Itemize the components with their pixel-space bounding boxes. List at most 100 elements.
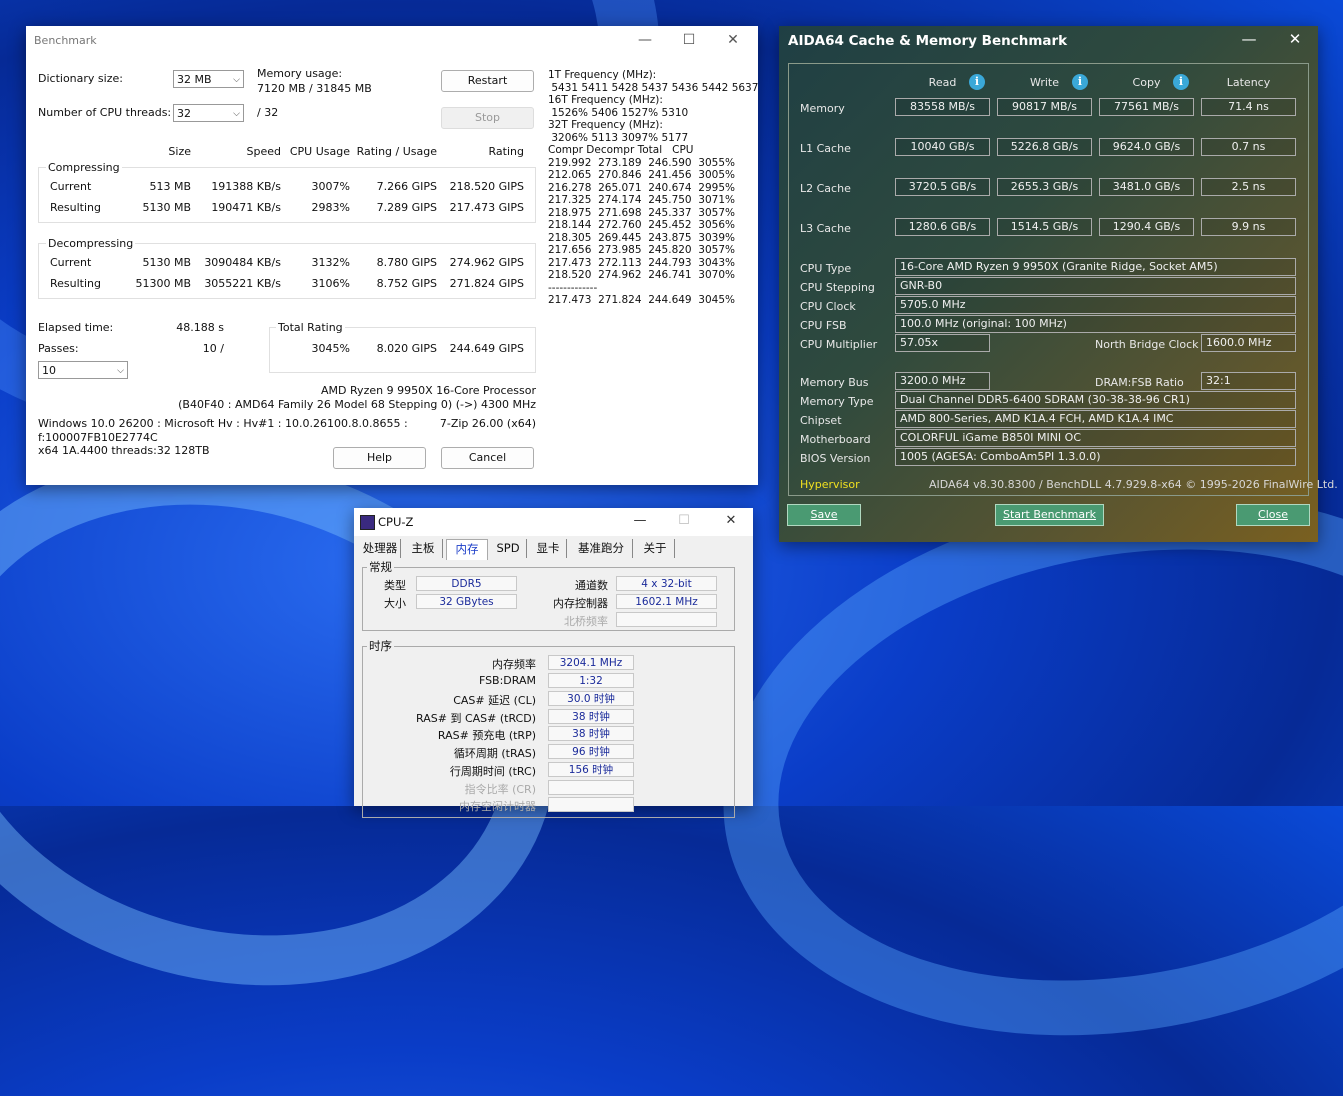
header-latency: Latency: [1226, 76, 1271, 89]
l3-write: 1514.5 GB/s: [997, 218, 1092, 236]
memory-usage-value: 7120 MB / 31845 MB: [257, 82, 372, 95]
maximize-button[interactable]: ☐: [672, 513, 696, 528]
tab-graphics[interactable]: 显卡: [530, 539, 567, 558]
row-label-l3: L3 Cache: [800, 222, 851, 235]
passes-label: Passes:: [38, 342, 79, 355]
tab-about[interactable]: 关于: [636, 539, 675, 558]
bios-label: BIOS Version: [800, 452, 871, 465]
window-title: Benchmark: [34, 34, 97, 47]
l3-copy: 1290.4 GB/s: [1099, 218, 1194, 236]
cpu-name: AMD Ryzen 9 9950X 16-Core Processor: [321, 384, 536, 397]
dictionary-size-select[interactable]: 32 MB ⌵: [173, 70, 244, 88]
close-button[interactable]: ✕: [1282, 30, 1308, 48]
trc-label: 行周期时间 (tRC): [449, 765, 536, 778]
dec-result-cpu: 3106%: [311, 277, 350, 290]
command-rate-value: [548, 780, 634, 795]
tab-bench[interactable]: 基准跑分: [570, 539, 633, 558]
help-button[interactable]: Help: [333, 447, 426, 469]
motherboard-label: Motherboard: [800, 433, 871, 446]
motherboard-value: COLORFUL iGame B850I MINI OC: [895, 429, 1296, 447]
l2-copy: 3481.0 GB/s: [1099, 178, 1194, 196]
dictionary-size-value: 32 MB: [177, 73, 212, 86]
type-label: 类型: [384, 579, 406, 592]
total-rating-usage: 8.020 GIPS: [376, 342, 437, 355]
os-info-line2: f:100007FB10E2774C: [38, 431, 158, 444]
l1-write: 5226.8 GB/s: [997, 138, 1092, 156]
cpuz-logo-icon: [360, 515, 375, 530]
passes-select[interactable]: 10 ⌵: [38, 361, 128, 379]
restart-button[interactable]: Restart: [441, 70, 534, 92]
minimize-button[interactable]: —: [1236, 30, 1262, 48]
chipset-value: AMD 800-Series, AMD K1A.4 FCH, AMD K1A.4…: [895, 410, 1296, 428]
passes-value: 10 /: [202, 342, 224, 355]
memory-bus-label: Memory Bus: [800, 376, 869, 389]
col-rating-usage: Rating / Usage: [356, 145, 437, 158]
passes-select-value: 10: [42, 364, 56, 377]
version-footer: AIDA64 v8.30.8300 / BenchDLL 4.7.929.8-x…: [929, 478, 1338, 491]
memory-copy: 77561 MB/s: [1099, 98, 1194, 116]
l1-copy: 9624.0 GB/s: [1099, 138, 1194, 156]
stop-button[interactable]: Stop: [441, 107, 534, 129]
row-label-l1: L1 Cache: [800, 142, 851, 155]
info-icon[interactable]: i: [1173, 74, 1189, 90]
benchmark-window: Benchmark — ☐ ✕ Dictionary size: 32 MB ⌵ …: [26, 26, 758, 485]
tras-label: 循环周期 (tRAS): [453, 747, 536, 760]
info-icon[interactable]: i: [969, 74, 985, 90]
start-benchmark-button[interactable]: Start Benchmark: [995, 504, 1104, 526]
comp-result-label: Resulting: [50, 201, 101, 214]
tab-spd[interactable]: SPD: [490, 539, 527, 558]
close-button[interactable]: ✕: [719, 513, 743, 528]
tab-memory[interactable]: 内存: [446, 539, 488, 560]
trp-label: RAS# 预充电 (tRP): [437, 729, 536, 742]
maximize-button[interactable]: ☐: [674, 30, 704, 50]
cpu-threads-value: 32: [177, 107, 191, 120]
channels-value: 4 x 32-bit: [616, 576, 717, 591]
col-size: Size: [168, 145, 191, 158]
elapsed-time-value: 48.188 s: [176, 321, 224, 334]
cpu-threads-select[interactable]: 32 ⌵: [173, 104, 244, 122]
close-dialog-button[interactable]: Close: [1236, 504, 1310, 526]
minimize-button[interactable]: —: [630, 30, 660, 50]
dec-result-size: 51300 MB: [135, 277, 191, 290]
l3-read: 1280.6 GB/s: [895, 218, 990, 236]
cpu-stepping-value: GNR-B0: [895, 277, 1296, 295]
dram-ratio-value: 32:1: [1201, 372, 1296, 390]
dec-result-rating: 271.824 GIPS: [449, 277, 524, 290]
trp-value: 38 时钟: [548, 726, 634, 741]
dec-current-size: 5130 MB: [142, 256, 191, 269]
type-value: DDR5: [416, 576, 517, 591]
trcd-value: 38 时钟: [548, 709, 634, 724]
col-rating: Rating: [488, 145, 524, 158]
cancel-button[interactable]: Cancel: [441, 447, 534, 469]
total-rating-value: 244.649 GIPS: [449, 342, 524, 355]
tab-processor[interactable]: 处理器: [360, 539, 401, 558]
cas-latency-label: CAS# 延迟 (CL): [453, 694, 536, 707]
chevron-down-icon: ⌵: [117, 366, 124, 376]
dec-current-rating: 274.962 GIPS: [449, 256, 524, 269]
cpu-fsb-value: 100.0 MHz (original: 100 MHz): [895, 315, 1296, 333]
l3-latency: 9.9 ns: [1201, 218, 1296, 236]
aida64-window: AIDA64 Cache & Memory Benchmark — ✕ Read…: [779, 26, 1338, 542]
size-label: 大小: [384, 597, 406, 610]
cpu-clock-label: CPU Clock: [800, 300, 856, 313]
info-icon[interactable]: i: [1072, 74, 1088, 90]
l1-latency: 0.7 ns: [1201, 138, 1296, 156]
dec-current-label: Current: [50, 256, 92, 269]
comp-current-cpu: 3007%: [311, 180, 350, 193]
cpu-type-value: 16-Core AMD Ryzen 9 9950X (Granite Ridge…: [895, 258, 1296, 276]
close-button[interactable]: ✕: [718, 30, 748, 50]
col-speed: Speed: [246, 145, 281, 158]
total-rating-legend: Total Rating: [276, 321, 345, 334]
minimize-button[interactable]: —: [628, 513, 652, 528]
memory-type-label: Memory Type: [800, 395, 874, 408]
benchmark-log: 1T Frequency (MHz): 5431 5411 5428 5437 …: [548, 69, 759, 306]
save-button[interactable]: Save: [787, 504, 861, 526]
dec-result-label: Resulting: [50, 277, 101, 290]
comp-result-speed: 190471 KB/s: [211, 201, 281, 214]
mem-controller-value: 1602.1 MHz: [616, 594, 717, 609]
dec-result-ru: 8.752 GIPS: [376, 277, 437, 290]
dram-freq-value: 3204.1 MHz: [548, 655, 634, 670]
tab-mainboard[interactable]: 主板: [404, 539, 443, 558]
size-value: 32 GBytes: [416, 594, 517, 609]
window-title: AIDA64 Cache & Memory Benchmark: [788, 33, 1068, 49]
